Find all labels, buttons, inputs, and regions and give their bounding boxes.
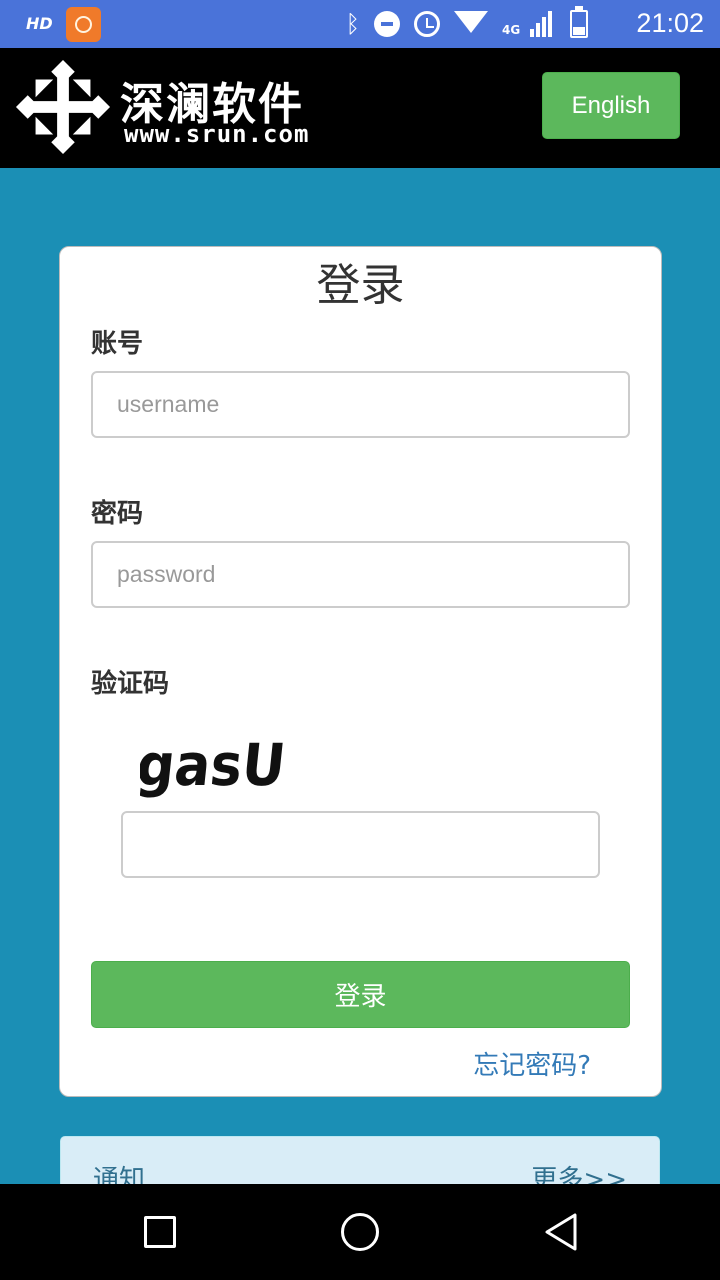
captcha-label: 验证码 [91,669,170,699]
srun-logo-icon [15,59,111,155]
username-label: 账号 [91,329,144,359]
do-not-disturb-icon [374,11,400,37]
forgot-password-link[interactable]: 忘记密码? [473,1045,591,1082]
battery-icon [570,6,588,38]
back-icon[interactable] [543,1212,579,1252]
clock: 21:02 [636,8,704,38]
alarm-icon [414,11,440,37]
password-input[interactable] [91,541,630,608]
captcha-image[interactable]: gasU [140,719,290,799]
password-label: 密码 [91,499,144,529]
login-button[interactable]: 登录 [91,961,630,1028]
recents-icon[interactable] [144,1216,176,1248]
bluetooth-icon: ᛒ [345,10,360,38]
navigation-bar [0,1184,720,1280]
logo-url: www.srun.com [124,120,310,148]
status-bar: HD ᛒ 4G 21:02 [0,0,720,48]
wifi-icon [454,11,488,37]
site-header: 深澜软件 www.srun.com English [0,48,720,168]
network-type-label: 4G [502,23,521,37]
signal-icon: 4G [502,11,556,37]
status-icons: ᛒ 4G [345,6,588,38]
captcha-input[interactable] [121,811,600,878]
login-card: 登录 账号 密码 验证码 gasU 登录 忘记密码? [59,246,662,1097]
english-language-button[interactable]: English [542,72,680,139]
username-input[interactable] [91,371,630,438]
app-notification-icon [66,7,101,42]
login-title: 登录 [316,260,405,311]
home-icon[interactable] [341,1213,379,1251]
hd-indicator: HD [26,14,53,33]
svg-text:gasU: gasU [140,731,289,799]
